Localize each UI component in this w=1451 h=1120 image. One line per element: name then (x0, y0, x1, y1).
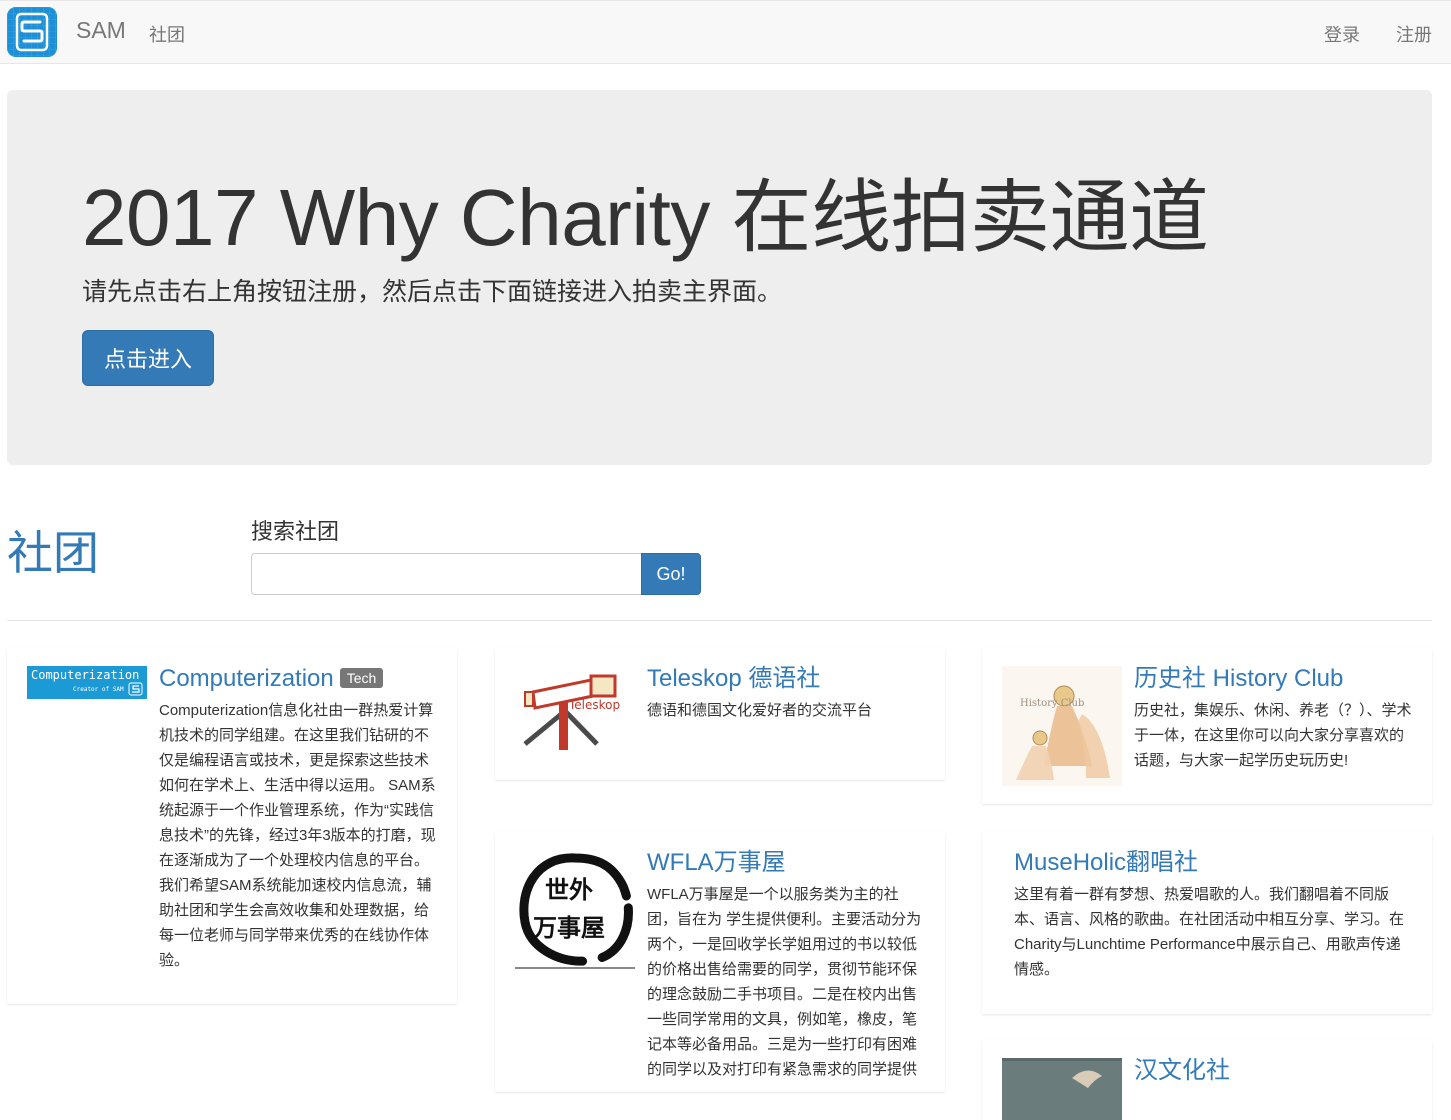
club-name-computerization[interactable]: Computerization (159, 665, 334, 692)
club-card-wfla[interactable]: 世外 万事屋 WFLA万事屋 WFLA万事屋是一个以服务类为主的社团，旨在为 学… (495, 832, 945, 1092)
register-link[interactable]: 注册 (1396, 21, 1432, 47)
clubs-section-title: 社团 (7, 527, 99, 579)
club-desc-museholic: 这里有着一群有梦想、热爱唱歌的人。我们翻唱着不同版本、语言、风格的歌曲。在社团活… (1014, 886, 1405, 978)
teleskop-logo-text: Teleskop (568, 698, 620, 712)
jumbotron-title: 2017 Why Charity 在线拍卖通道 (82, 173, 1209, 262)
club-card-museholic[interactable]: MuseHolic翻唱社 这里有着一群有梦想、热爱唱歌的人。我们翻唱着不同版本、… (982, 832, 1432, 1014)
club-desc-wfla: WFLA万事屋是一个以服务类为主的社团，旨在为 学生提供便利。主要活动分为两个，… (647, 886, 922, 1078)
sam-logo-icon[interactable] (7, 7, 57, 57)
history-logo-text: History Club (1020, 698, 1084, 709)
club-desc-teleskop: 德语和德国文化爱好者的交流平台 (647, 702, 873, 719)
brand-link[interactable]: SAM (76, 17, 126, 44)
club-card-history[interactable]: History Club 历史社 History Club 历史社，集娱乐、休闲… (982, 648, 1432, 804)
nav-link-clubs[interactable]: 社团 (149, 21, 185, 47)
club-desc-computerization: Computerization信息化社由一群热爱计算机技术的同学组建。在这里我们… (159, 702, 436, 969)
teleskop-logo[interactable]: Teleskop (515, 666, 635, 756)
club-card-teleskop[interactable]: Teleskop Teleskop 德语社 德语和德国文化爱好者的交流平台 (495, 648, 945, 780)
club-title-computerization[interactable]: Computerization Tech (159, 665, 384, 693)
computerization-logo[interactable]: Computerization Creator of SAM (27, 666, 147, 699)
club-card-computerization[interactable]: Computerization Creator of SAM Computeri… (7, 648, 457, 1004)
club-title-han-culture[interactable]: 汉文化社 (1134, 1057, 1230, 1085)
club-search-input[interactable] (251, 553, 642, 595)
wfla-logo[interactable]: 世外 万事屋 (515, 850, 635, 970)
club-card-han-culture[interactable]: 汉文化社 (982, 1040, 1432, 1120)
search-go-button[interactable]: Go! (641, 553, 701, 595)
club-title-teleskop[interactable]: Teleskop 德语社 (647, 665, 820, 693)
club-title-wfla[interactable]: WFLA万事屋 (647, 849, 786, 877)
tech-badge: Tech (339, 668, 384, 688)
club-title-history[interactable]: 历史社 History Club (1134, 665, 1343, 693)
computerization-logo-subtext: Creator of SAM (73, 686, 124, 693)
computerization-logo-text: Computerization (31, 668, 139, 682)
club-title-museholic[interactable]: MuseHolic翻唱社 (1014, 849, 1198, 877)
club-desc-history: 历史社，集娱乐、休闲、养老（？）、学术于一体，在这里你可以向大家分享喜欢的话题，… (1134, 702, 1412, 769)
jumbotron-subtitle: 请先点击右上角按钮注册，然后点击下面链接进入拍卖主界面。 (82, 278, 783, 306)
wfla-logo-text-bottom: 万事屋 (533, 913, 605, 942)
jumbotron: 2017 Why Charity 在线拍卖通道 请先点击右上角按钮注册，然后点击… (7, 90, 1432, 465)
han-culture-logo[interactable] (1002, 1058, 1122, 1120)
section-divider (7, 620, 1432, 621)
enter-auction-button[interactable]: 点击进入 (82, 330, 214, 386)
navbar: SAM 社团 登录 注册 (0, 0, 1451, 64)
login-link[interactable]: 登录 (1324, 21, 1360, 47)
history-club-logo[interactable]: History Club (1002, 666, 1122, 786)
wfla-logo-text-top: 世外 (545, 875, 593, 904)
search-label: 搜索社团 (251, 519, 340, 544)
